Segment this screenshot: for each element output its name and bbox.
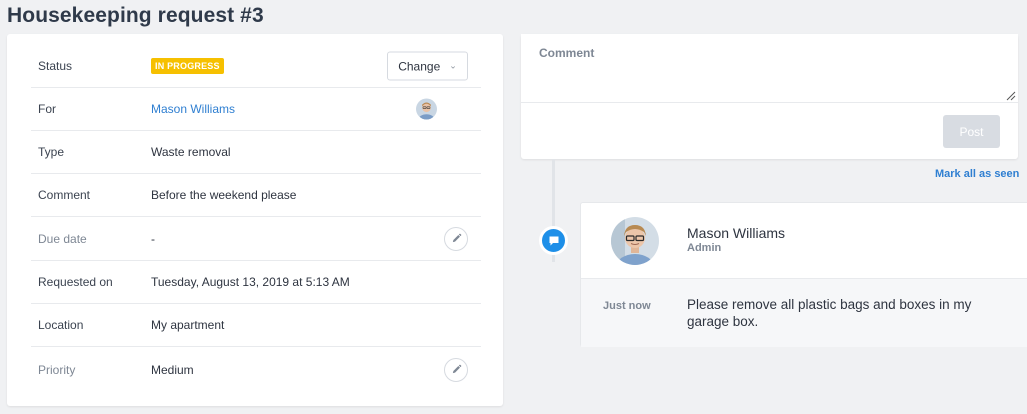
post-button[interactable]: Post bbox=[943, 115, 1000, 148]
comment-input[interactable] bbox=[521, 34, 1018, 103]
change-button-label: Change bbox=[398, 59, 441, 73]
type-label: Type bbox=[38, 145, 65, 159]
request-details-card: Status IN PROGRESS Change ⌄ For Mason Wi… bbox=[7, 34, 503, 406]
change-status-button[interactable]: Change ⌄ bbox=[387, 51, 468, 81]
comment-value: Before the weekend please bbox=[151, 188, 297, 202]
priority-value: Medium bbox=[151, 362, 194, 377]
entry-text: Please remove all plastic bags and boxes… bbox=[687, 297, 972, 329]
edit-priority-button[interactable] bbox=[444, 357, 468, 382]
type-row: Type Waste removal bbox=[31, 131, 481, 174]
comment-row: Comment Before the weekend please bbox=[31, 174, 481, 217]
requested-on-value: Tuesday, August 13, 2019 at 5:13 AM bbox=[151, 275, 350, 289]
for-row: For Mason Williams bbox=[31, 88, 481, 131]
chevron-down-icon: ⌄ bbox=[449, 60, 457, 71]
pencil-icon bbox=[452, 233, 461, 243]
due-date-value: - bbox=[151, 231, 155, 246]
comment-label: Comment bbox=[38, 188, 91, 202]
entry-author-name[interactable]: Mason Williams bbox=[687, 225, 785, 241]
mark-all-seen-link[interactable]: Mark all as seen bbox=[935, 168, 1019, 180]
requested-on-row: Requested on Tuesday, August 13, 2019 at… bbox=[31, 261, 481, 304]
entry-timestamp: Just now bbox=[603, 300, 651, 312]
location-value: My apartment bbox=[151, 318, 225, 332]
entry-author-role: Admin bbox=[687, 242, 722, 254]
entry-body: Just now Please remove all plastic bags … bbox=[581, 279, 1027, 347]
edit-due-date-button[interactable] bbox=[444, 226, 468, 251]
status-row: Status IN PROGRESS Change ⌄ bbox=[31, 45, 481, 88]
due-date-row: Due date - bbox=[31, 217, 481, 261]
for-user-link[interactable]: Mason Williams bbox=[151, 102, 235, 116]
requested-on-label: Requested on bbox=[38, 275, 113, 289]
avatar bbox=[611, 217, 659, 265]
pencil-icon bbox=[452, 364, 461, 374]
comment-icon bbox=[549, 236, 558, 245]
avatar bbox=[416, 98, 437, 120]
entry-header: Mason Williams Admin bbox=[581, 203, 1027, 279]
location-label: Location bbox=[38, 318, 84, 332]
timeline-marker bbox=[539, 226, 568, 255]
resize-grip-icon[interactable] bbox=[1006, 91, 1016, 101]
due-date-label: Due date bbox=[38, 231, 87, 246]
timeline-entry: Mason Williams Admin Just now Please rem… bbox=[580, 202, 1027, 347]
status-badge: IN PROGRESS bbox=[151, 58, 224, 74]
priority-row: Priority Medium bbox=[31, 347, 481, 392]
priority-label: Priority bbox=[38, 362, 76, 377]
comment-composer: Post bbox=[521, 34, 1018, 159]
status-label: Status bbox=[38, 59, 73, 73]
for-label: For bbox=[38, 102, 56, 116]
page-title: Housekeeping request #3 bbox=[7, 4, 264, 27]
type-value: Waste removal bbox=[151, 145, 231, 159]
location-row: Location My apartment bbox=[31, 304, 481, 347]
